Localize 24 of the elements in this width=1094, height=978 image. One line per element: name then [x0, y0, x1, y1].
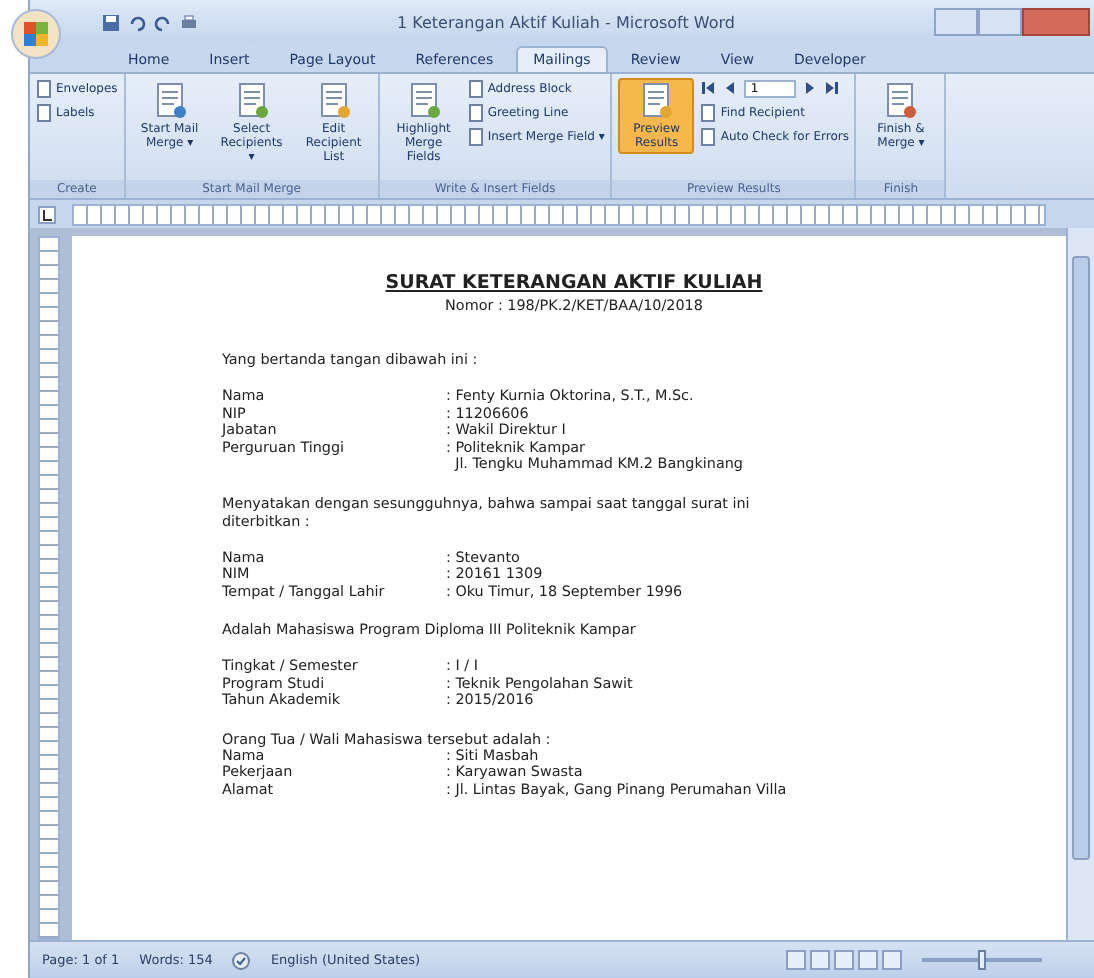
document-icon [151, 82, 188, 122]
previous-record-icon[interactable] [722, 80, 739, 96]
proofing-icon [232, 951, 251, 969]
save-icon[interactable] [102, 13, 120, 31]
document-heading: SURAT KETERANGAN AKTIF KULIAH [383, 272, 765, 294]
window-title: 1 Keterangan Aktif Kuliah - Microsoft Word [395, 13, 737, 31]
document-icon [315, 82, 352, 122]
vertical-scrollbar[interactable] [1066, 228, 1094, 940]
first-record-icon[interactable] [700, 80, 717, 96]
maximize-button[interactable] [978, 8, 1022, 36]
print-icon[interactable] [180, 13, 198, 31]
document-icon [882, 82, 919, 122]
minimize-button[interactable] [934, 8, 978, 36]
document-icon [233, 82, 270, 122]
document-icon [638, 82, 675, 122]
close-button[interactable] [1022, 8, 1090, 36]
undo-icon[interactable] [128, 13, 146, 31]
tab-stop-icon [38, 205, 56, 223]
office-logo-icon[interactable] [10, 8, 62, 60]
last-record-icon[interactable] [824, 80, 841, 96]
redo-icon[interactable] [154, 13, 172, 31]
zoom-slider-thumb[interactable] [978, 950, 986, 970]
next-record-icon[interactable] [802, 80, 819, 96]
document-icon [405, 82, 442, 122]
